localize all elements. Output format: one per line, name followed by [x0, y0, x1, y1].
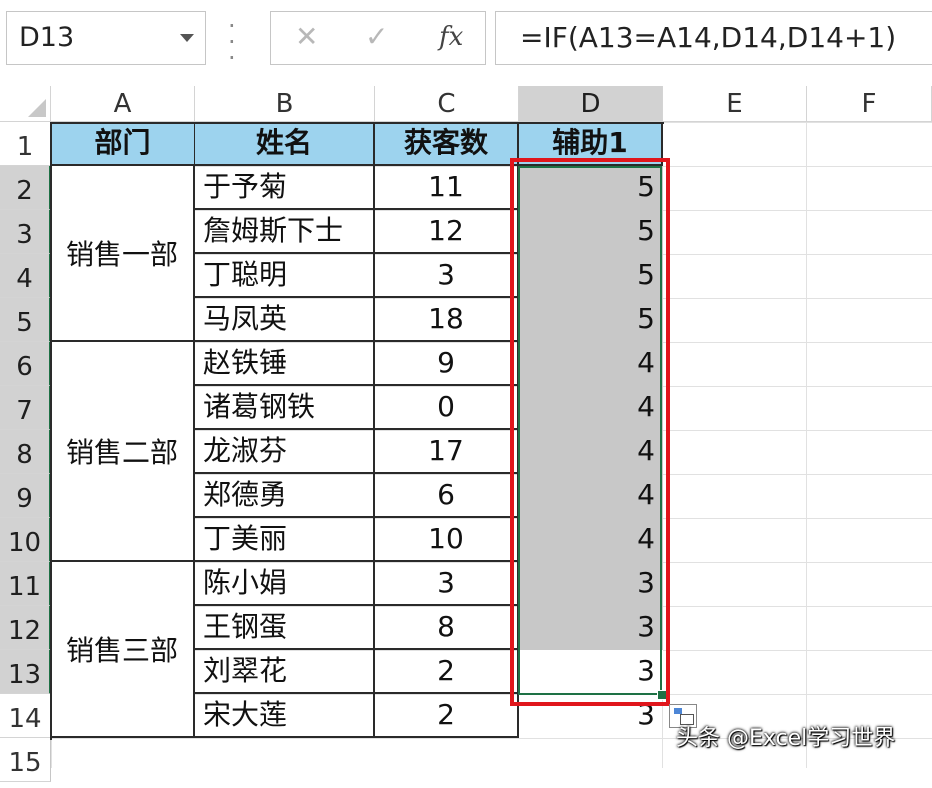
name-cell[interactable]: 马凤英: [195, 298, 375, 342]
row-header-3[interactable]: 3: [0, 210, 51, 254]
helper-cell[interactable]: 3: [519, 606, 663, 650]
name-cell[interactable]: 刘翠花: [195, 650, 375, 694]
helper-cell[interactable]: 5: [519, 210, 663, 254]
helper-cell[interactable]: 4: [519, 386, 663, 430]
name-cell[interactable]: 丁聪明: [195, 254, 375, 298]
count-cell[interactable]: 3: [375, 562, 519, 606]
name-cell[interactable]: 诸葛钢铁: [195, 386, 375, 430]
department-cell[interactable]: 销售一部: [51, 166, 195, 342]
row-header-15[interactable]: 15: [0, 738, 51, 782]
count-cell[interactable]: 6: [375, 474, 519, 518]
row-header-4[interactable]: 4: [0, 254, 51, 298]
name-cell[interactable]: 陈小娟: [195, 562, 375, 606]
helper-cell[interactable]: 5: [519, 298, 663, 342]
cancel-icon[interactable]: ✕: [295, 20, 318, 53]
fill-handle[interactable]: [657, 690, 667, 700]
row-header-14[interactable]: 14: [0, 694, 51, 738]
count-cell[interactable]: 3: [375, 254, 519, 298]
count-cell[interactable]: 2: [375, 694, 519, 738]
header-cell[interactable]: 部门: [51, 122, 196, 166]
name-box-value: D13: [19, 22, 75, 53]
name-box[interactable]: D13: [6, 11, 206, 65]
helper-cell[interactable]: 3: [519, 694, 663, 738]
helper-cell[interactable]: 4: [519, 518, 663, 562]
column-header-f[interactable]: F: [807, 86, 932, 122]
formula-input[interactable]: =IF(A13=A14,D14,D14+1): [495, 11, 932, 65]
column-header-c[interactable]: C: [375, 86, 519, 122]
name-cell[interactable]: 王钢蛋: [195, 606, 375, 650]
row-header-8[interactable]: 8: [0, 430, 51, 474]
formula-text: =IF(A13=A14,D14,D14+1): [520, 21, 897, 54]
name-cell[interactable]: 于予菊: [195, 166, 375, 210]
select-all-icon: [28, 99, 46, 117]
department-cell[interactable]: 销售三部: [51, 562, 195, 738]
count-cell[interactable]: 2: [375, 650, 519, 694]
row-header-5[interactable]: 5: [0, 298, 51, 342]
header-cell[interactable]: 辅助1: [519, 122, 663, 166]
count-cell[interactable]: 18: [375, 298, 519, 342]
count-cell[interactable]: 10: [375, 518, 519, 562]
insert-function-icon[interactable]: fx: [439, 22, 463, 52]
formula-bar: D13 · · · ✕ ✓ fx =IF(A13=A14,D14,D14+1): [0, 0, 932, 86]
row-header-2[interactable]: 2: [0, 166, 51, 210]
row-header-6[interactable]: 6: [0, 342, 51, 386]
row-header-10[interactable]: 10: [0, 518, 51, 562]
count-cell[interactable]: 17: [375, 430, 519, 474]
name-cell[interactable]: 赵铁锤: [195, 342, 375, 386]
row-header-12[interactable]: 12: [0, 606, 51, 650]
helper-cell[interactable]: 4: [519, 430, 663, 474]
header-cell[interactable]: 获客数: [375, 122, 519, 166]
count-cell[interactable]: 0: [375, 386, 519, 430]
column-header-b[interactable]: B: [195, 86, 375, 122]
helper-cell[interactable]: 5: [519, 166, 663, 210]
watermark: 头条 @Excel学习世界: [676, 726, 896, 751]
helper-cell[interactable]: 4: [519, 342, 663, 386]
formula-buttons: ✕ ✓ fx: [270, 11, 486, 65]
count-cell[interactable]: 8: [375, 606, 519, 650]
more-options-icon[interactable]: · · ·: [228, 14, 236, 70]
count-cell[interactable]: 11: [375, 166, 519, 210]
column-header-d[interactable]: D: [519, 86, 663, 122]
select-all-corner[interactable]: [0, 86, 51, 122]
count-cell[interactable]: 9: [375, 342, 519, 386]
chevron-down-icon[interactable]: [180, 34, 194, 42]
row-header-7[interactable]: 7: [0, 386, 51, 430]
row-header-9[interactable]: 9: [0, 474, 51, 518]
column-header-e[interactable]: E: [663, 86, 807, 122]
name-cell[interactable]: 龙淑芬: [195, 430, 375, 474]
row-header-1[interactable]: 1: [0, 122, 51, 166]
helper-cell[interactable]: 4: [519, 474, 663, 518]
helper-cell[interactable]: 3: [519, 562, 663, 606]
enter-icon[interactable]: ✓: [365, 20, 388, 53]
name-cell[interactable]: 詹姆斯下士: [195, 210, 375, 254]
row-header-13[interactable]: 13: [0, 650, 51, 694]
helper-cell[interactable]: 3: [519, 650, 663, 694]
count-cell[interactable]: 12: [375, 210, 519, 254]
name-cell[interactable]: 宋大莲: [195, 694, 375, 738]
row-header-11[interactable]: 11: [0, 562, 51, 606]
helper-cell[interactable]: 5: [519, 254, 663, 298]
department-cell[interactable]: 销售二部: [51, 342, 195, 562]
header-cell[interactable]: 姓名: [195, 122, 375, 166]
name-cell[interactable]: 丁美丽: [195, 518, 375, 562]
column-header-a[interactable]: A: [51, 86, 195, 122]
name-cell[interactable]: 郑德勇: [195, 474, 375, 518]
